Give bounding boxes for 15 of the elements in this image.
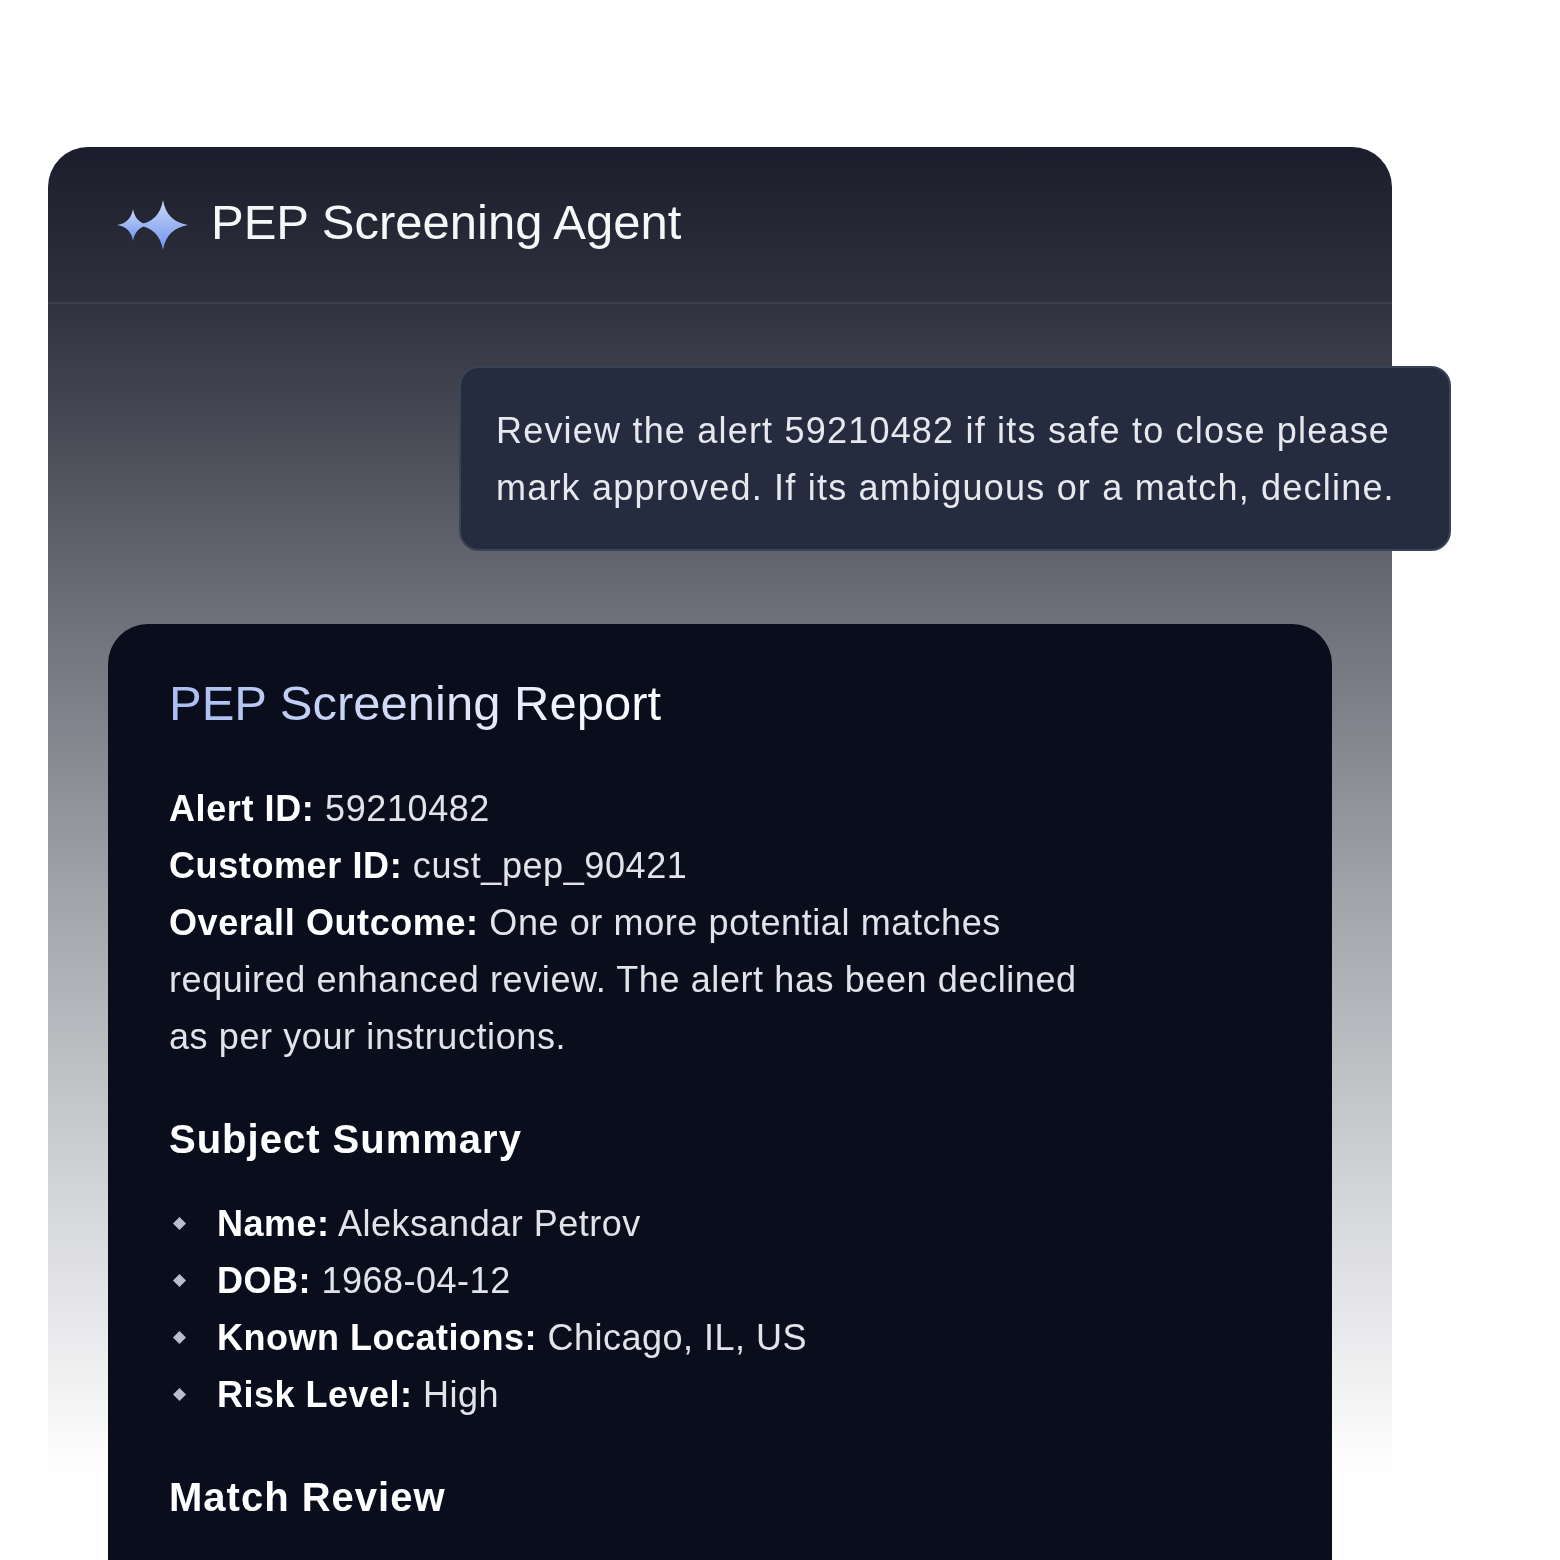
report-field: Overall Outcome: One or more potential matches required enhanced review. The alert has been declined as per your instructions. xyxy=(169,894,1104,1065)
section-heading: Match Review xyxy=(169,1474,447,1521)
agent-title: PEP Screening Agent xyxy=(211,193,682,251)
report-field: Customer ID: cust_pep_90421 xyxy=(169,837,1104,894)
user-message-text: Review the alert 59210482 if its safe to close please mark approved. If its ambiguous or a match, decline. xyxy=(496,409,1396,510)
section-heading: Subject Summary xyxy=(169,1116,523,1163)
summary-item: Known Locations: Chicago, IL, US xyxy=(217,1316,808,1360)
diamond-bullet-icon xyxy=(173,1217,186,1230)
diamond-bullet-icon xyxy=(173,1388,186,1401)
summary-item: Risk Level: High xyxy=(217,1373,500,1417)
diamond-bullet-icon xyxy=(173,1331,186,1344)
diamond-bullet-icon xyxy=(173,1274,186,1287)
summary-item: DOB: 1968-04-12 xyxy=(217,1259,511,1303)
summary-item: Name: Aleksandar Petrov xyxy=(217,1202,641,1246)
report-field: Alert ID: 59210482 xyxy=(169,780,1104,837)
